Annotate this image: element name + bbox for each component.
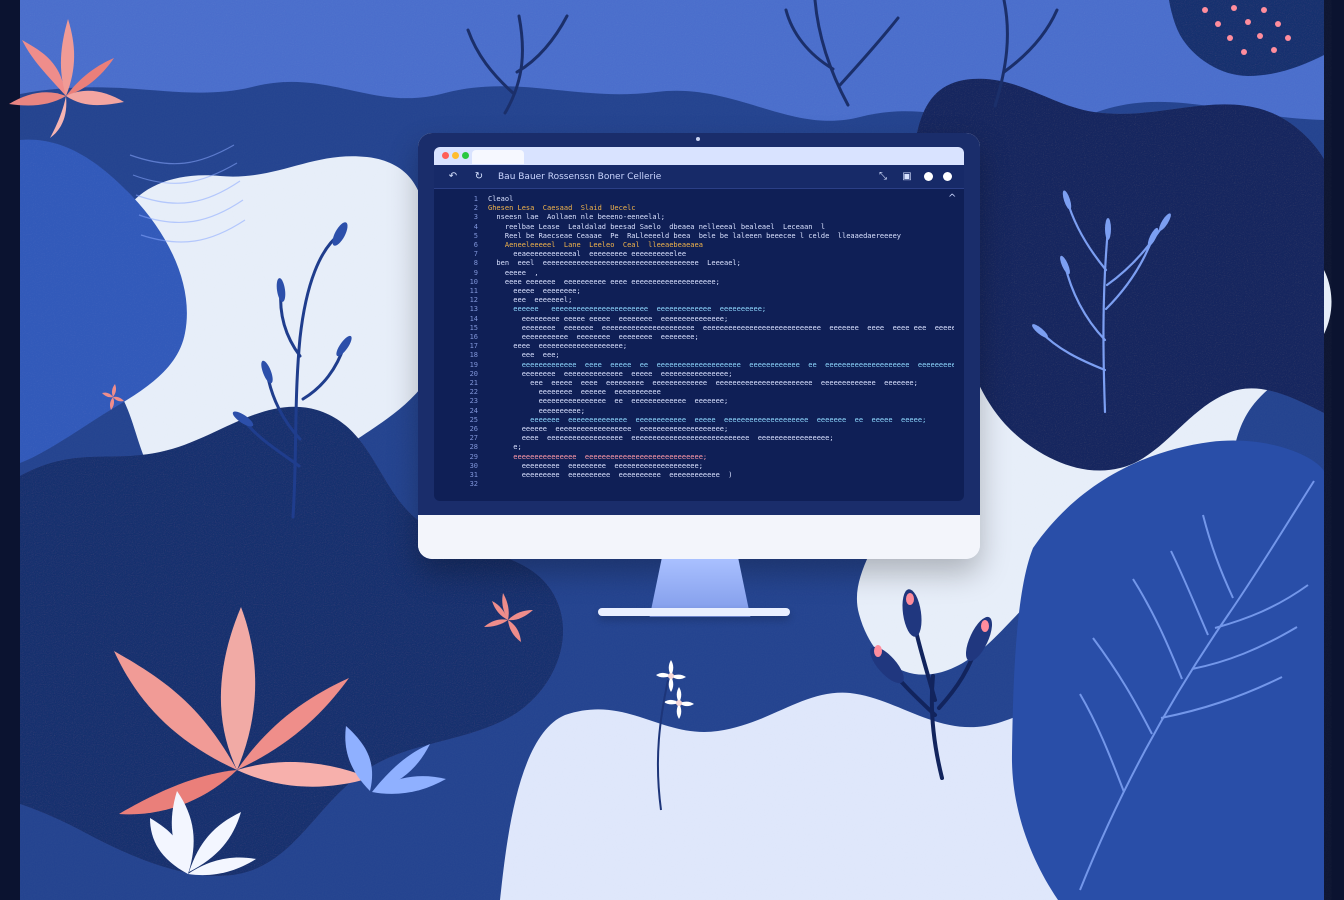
- code-line: eeeeeeeee eeeee eeeee eeeeeeee eeeeeeeee…: [488, 314, 729, 323]
- line-number: 30: [469, 461, 478, 470]
- desktop-monitor: ↶ ↻ Bau Bauer Rossenssn Boner Cellerie ⤡…: [418, 133, 980, 559]
- maximize-window-icon[interactable]: [462, 152, 469, 159]
- code-line: eeeee ,: [488, 268, 539, 277]
- line-number: 2: [473, 204, 478, 213]
- code-line: eeeeeeee eeeeee eeeeeeeeeee: [488, 388, 661, 397]
- code-line: eeeeeeeeeeeee eeee eeeee ee eeeeeeeeeeee…: [488, 360, 954, 369]
- line-number: 19: [469, 360, 478, 369]
- code-line: eeeeeeeeeeeeeee eeeeeeeeeeeeeeeeeeeeeeee…: [488, 452, 708, 461]
- monitor-stand-base: [598, 608, 790, 616]
- collapse-icon[interactable]: ⤡: [876, 170, 890, 184]
- line-number: 12: [469, 296, 478, 305]
- line-number: 8: [473, 259, 478, 268]
- code-line: Reel be Raecseae Ceaaae Pe RaLleeeeld be…: [488, 231, 902, 240]
- minimize-window-icon[interactable]: [452, 152, 459, 159]
- code-line: eeaeeeeeeeeeeeal eeeeeeeee eeeeeeeeeelee: [488, 250, 687, 259]
- code-line: Aeneeleeeeel Lane Leeleo Ceal lleeaebeae…: [488, 241, 703, 250]
- code-line: eeeeee eeeeeeeeeeeeeeeeeeeeeee eeeeeeeee…: [488, 305, 767, 314]
- line-number: 14: [469, 314, 478, 323]
- code-line: eeeeeeee eeeeeeeeeeeeee eeeee eeeeeeeeee…: [488, 369, 733, 378]
- browser-tabbar: [434, 147, 964, 165]
- code-line: ben eeel eeeeeeeeeeeeeeeeeeeeeeeeeeeeeee…: [488, 259, 741, 268]
- illustration-scene: ↶ ↻ Bau Bauer Rossenssn Boner Cellerie ⤡…: [0, 0, 1344, 900]
- code-editor[interactable]: ^ 1 2 3 4 5 6 7 8 9 10 11 12 13 14 15 16 17 18 19 20 21 22 23 2…: [434, 189, 964, 501]
- line-number: 27: [469, 434, 478, 443]
- line-number: 6: [473, 241, 478, 250]
- code-line: eee eee;: [488, 351, 560, 360]
- code-line: eeeeeeeeeee eeeeeeee eeeeeeee eeeeeeee;: [488, 333, 699, 342]
- code-line: e;: [488, 443, 522, 452]
- camera-dot: [696, 137, 700, 141]
- line-number: 32: [469, 480, 478, 489]
- line-number: 25: [469, 415, 478, 424]
- line-number: 21: [469, 379, 478, 388]
- line-number: 3: [473, 213, 478, 222]
- line-number: 7: [473, 250, 478, 259]
- line-number: 31: [469, 471, 478, 480]
- code-line: eee eeeeeeel;: [488, 296, 573, 305]
- line-number: 29: [469, 452, 478, 461]
- code-line: eeeeeeee eeeeeee eeeeeeeeeeeeeeeeeeeeee …: [488, 323, 954, 332]
- code-line: eeee eeeeeee eeeeeeeeee eeee eeeeeeeeeee…: [488, 277, 720, 286]
- code-content[interactable]: Cleaol Ghesen Lesa Caesaad Slaid Uecelc n…: [488, 189, 954, 501]
- monitor-screen: ↶ ↻ Bau Bauer Rossenssn Boner Cellerie ⤡…: [434, 147, 964, 501]
- line-number: 11: [469, 287, 478, 296]
- editor-toolbar: ↶ ↻ Bau Bauer Rossenssn Boner Cellerie ⤡…: [434, 165, 964, 189]
- line-number: 1: [473, 195, 478, 203]
- line-number: 17: [469, 342, 478, 351]
- code-line: eeeeeeeee eeeeeeeeee eeeeeeeeee eeeeeeee…: [488, 471, 733, 480]
- line-number: 23: [469, 397, 478, 406]
- line-number: 5: [473, 231, 478, 240]
- line-number: 22: [469, 388, 478, 397]
- code-line: eee eeeee eeee eeeeeeeee eeeeeeeeeeeee e…: [488, 379, 918, 388]
- back-icon[interactable]: ↶: [446, 170, 460, 184]
- code-line: eeeeeeeee eeeeeeeee eeeeeeeeeeeeeeeeeeee…: [488, 461, 703, 470]
- close-window-icon[interactable]: [442, 152, 449, 159]
- toolbar-right-controls: ⤡ ▣: [876, 170, 952, 184]
- monitor-bezel: ↶ ↻ Bau Bauer Rossenssn Boner Cellerie ⤡…: [418, 133, 980, 515]
- active-tab[interactable]: [472, 150, 524, 164]
- line-number: 24: [469, 406, 478, 415]
- code-line: eeeeee eeeeeeeeeeeeeeeeee eeeeeeeeeeeeee…: [488, 425, 729, 434]
- code-line: eeeeeeeeee;: [488, 406, 585, 415]
- code-line: eeeee eeeeeeee;: [488, 287, 581, 296]
- code-line: eeee eeeeeeeeeeeeeeeeee eeeeeeeeeeeeeeee…: [488, 434, 834, 443]
- code-line: eeeeeee eeeeeeeeeeeeee eeeeeeeeeeee eeee…: [488, 415, 927, 424]
- line-number: 13: [469, 305, 478, 314]
- monitor-chin: [418, 515, 980, 559]
- line-number: 28: [469, 443, 478, 452]
- code-line: Cleaol: [488, 195, 514, 203]
- code-line: Ghesen Lesa Caesaad Slaid Uecelc: [488, 204, 636, 213]
- line-number: 10: [469, 277, 478, 286]
- line-number: 20: [469, 369, 478, 378]
- line-number: 16: [469, 333, 478, 342]
- line-number-gutter: 1 2 3 4 5 6 7 8 9 10 11 12 13 14 15 16 17 18 19 20 21 22 23 24 2…: [434, 189, 484, 501]
- refresh-icon[interactable]: ↻: [472, 170, 486, 184]
- code-line: nseesn lae Aollaen nle beeeno-eeneelal;: [488, 213, 666, 222]
- code-line: eeee eeeeeeeeeeeeeeeeeeee;: [488, 342, 628, 351]
- line-number: 18: [469, 351, 478, 360]
- status-dot-icon[interactable]: [924, 172, 933, 181]
- code-line: eeeeeeeeeeeeeeee ee eeeeeeeeeeeee eeeeee…: [488, 397, 729, 406]
- line-number: 9: [473, 268, 478, 277]
- code-line: reelbae Lease Lealdalad beesad Saelo dbe…: [488, 222, 826, 231]
- status-dot-icon[interactable]: [943, 172, 952, 181]
- toolbar-title: Bau Bauer Rossenssn Boner Cellerie: [498, 171, 662, 182]
- window-icon[interactable]: ▣: [900, 170, 914, 184]
- line-number: 15: [469, 323, 478, 332]
- line-number: 26: [469, 425, 478, 434]
- line-number: 4: [473, 222, 478, 231]
